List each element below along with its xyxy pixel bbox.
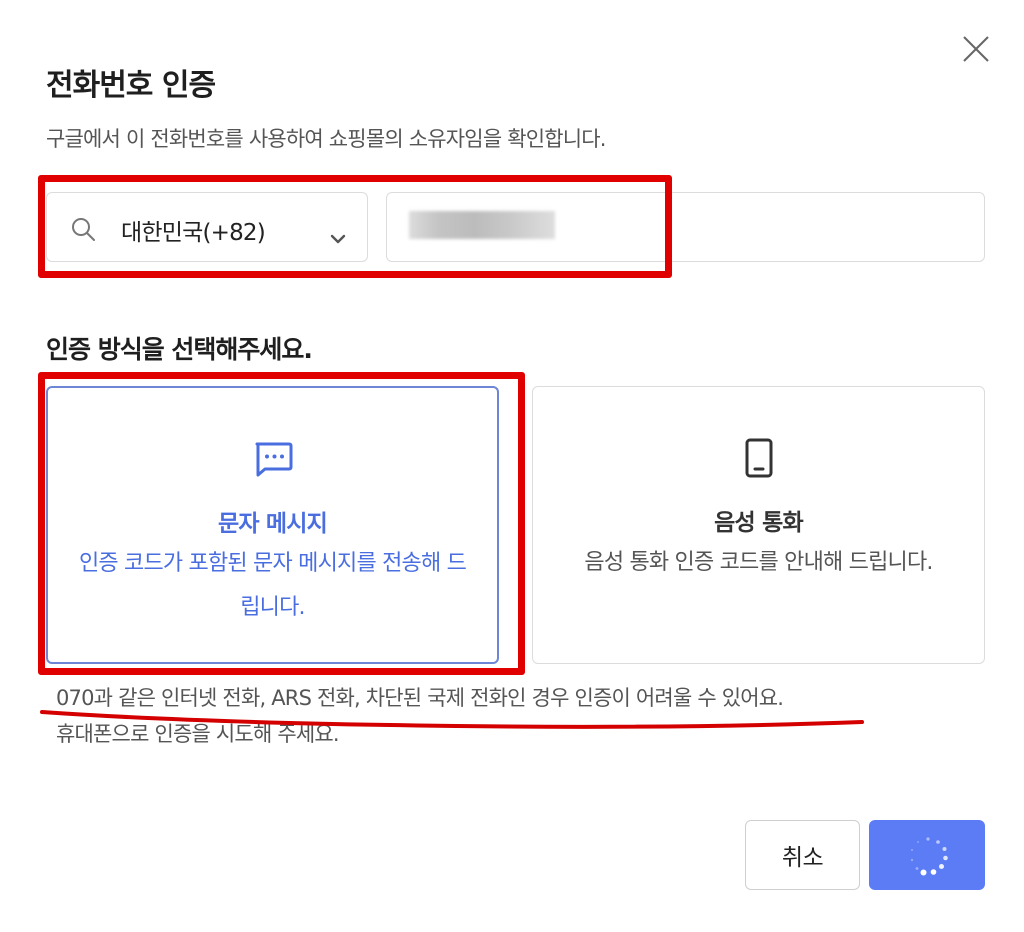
cancel-button[interactable]: 취소 [745,820,860,890]
notice-line-1: 070과 같은 인터넷 전화, ARS 전화, 차단된 국제 전화인 경우 인증… [56,686,784,710]
dialog-title: 전화번호 인증 [46,68,216,103]
phone-number-field [386,192,985,262]
country-code-select[interactable]: 대한민국(+82) [46,192,368,262]
method-heading: 인증 방식을 선택해주세요. [46,335,313,364]
close-icon[interactable] [955,28,997,70]
chevron-down-icon [330,234,346,244]
dialog-subtitle: 구글에서 이 전화번호를 사용하여 쇼핑몰의 소유자임을 확인합니다. [46,127,606,151]
method-option-title: 음성 통화 [714,510,803,536]
phone-icon [745,438,772,478]
method-option-description: 인증 코드가 포함된 문자 메시지를 전송해 드립니다. [78,551,467,620]
confirm-button[interactable] [869,820,985,890]
search-icon [72,218,95,241]
method-option-voice[interactable]: 음성 통화 음성 통화 인증 코드를 안내해 드립니다. [532,386,985,664]
country-code-value: 대한민국(+82) [121,220,266,246]
method-option-description: 음성 통화 인증 코드를 안내해 드립니다. [584,550,933,575]
loading-spinner-icon [910,837,948,876]
method-option-sms[interactable]: 문자 메시지 인증 코드가 포함된 문자 메시지를 전송해 드립니다. [46,386,499,664]
method-option-title: 문자 메시지 [217,511,328,537]
verification-notice: 070과 같은 인터넷 전화, ARS 전화, 차단된 국제 전화인 경우 인증… [56,680,916,752]
phone-number-input[interactable] [387,193,984,261]
message-icon [255,442,292,477]
phone-verification-dialog: 전화번호 인증 구글에서 이 전화번호를 사용하여 쇼핑몰의 소유자임을 확인합… [0,0,1024,932]
notice-line-2: 휴대폰으로 인증을 시도해 주세요. [56,722,340,746]
